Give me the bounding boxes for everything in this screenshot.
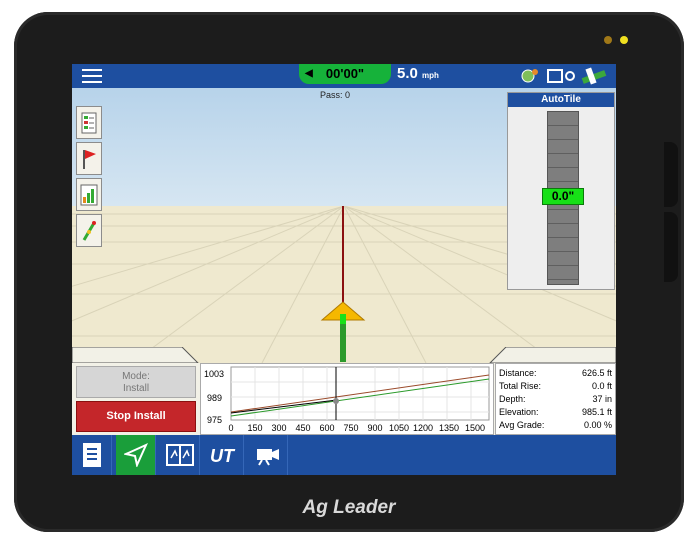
side-button-upper[interactable]	[664, 142, 678, 207]
mode-button[interactable]: Mode: Install	[76, 366, 196, 398]
timer-value: 00'00"	[325, 66, 365, 81]
brand-logo: Ag Leader	[302, 497, 396, 518]
x-tick: 1200	[413, 423, 433, 433]
document-icon[interactable]	[72, 435, 112, 475]
autotile-title: AutoTile	[508, 93, 614, 107]
chevron-left-icon: ◀	[305, 68, 313, 79]
timer-display[interactable]: ◀ 00'00"	[299, 64, 391, 84]
top-bar: ◀ 00'00" 5.0 mph	[72, 64, 616, 88]
gps-icon	[521, 69, 538, 83]
side-button-lower[interactable]	[664, 212, 678, 282]
stat-row-elevation: Elevation: 985.1 ft	[499, 406, 612, 419]
stat-value: 0.00 %	[583, 420, 612, 430]
guidance-line-icon[interactable]	[76, 214, 102, 247]
status-icons[interactable]	[518, 66, 614, 86]
menu-icon[interactable]	[82, 69, 102, 83]
stat-row-avg-grade: Avg Grade: 0.00 %	[499, 419, 612, 432]
speed-unit: mph	[422, 71, 439, 80]
pass-counter: Pass: 0	[320, 90, 351, 100]
stat-row-distance: Distance: 626.5 ft	[499, 367, 612, 380]
stat-row-total-rise: Total Rise: 0.0 ft	[499, 380, 612, 393]
stat-value: 985.1 ft	[581, 407, 612, 417]
flag-icon[interactable]	[76, 142, 102, 175]
screen: ◀ 00'00" 5.0 mph Pass: 0 AutoTile 0.0" M…	[72, 64, 616, 475]
implement-icon	[547, 69, 575, 83]
y-tick-989: 989	[207, 393, 222, 403]
stat-label: Avg Grade:	[499, 420, 545, 430]
x-tick: 900	[367, 423, 382, 433]
y-tick-975: 975	[207, 415, 222, 425]
stat-label: Distance:	[499, 368, 537, 378]
x-tick: 0	[228, 423, 233, 433]
speed-display: 5.0 mph	[397, 65, 439, 82]
x-tick: 1050	[389, 423, 409, 433]
status-led	[620, 36, 628, 44]
x-tick: 600	[319, 423, 334, 433]
svg-text:UT: UT	[210, 446, 236, 466]
bottom-nav: UT	[72, 435, 616, 475]
tile-depth-value: 0.0"	[542, 188, 584, 205]
stop-install-button[interactable]: Stop Install	[76, 401, 196, 432]
yield-chart-icon[interactable]	[76, 178, 102, 211]
stat-value: 0.0 ft	[591, 381, 612, 391]
x-tick: 1350	[439, 423, 459, 433]
x-tick: 450	[295, 423, 310, 433]
stat-label: Elevation:	[499, 407, 539, 417]
stats-panel: Distance: 626.5 ft Total Rise: 0.0 ft Dept…	[495, 363, 616, 435]
x-tick: 300	[271, 423, 286, 433]
power-led	[604, 36, 612, 44]
profile-chart: 1003 989 975 0 150 300 450 600 750 900 1…	[200, 363, 494, 435]
stat-row-depth: Depth: 37 in	[499, 393, 612, 406]
y-tick-1003: 1003	[204, 369, 224, 379]
stat-value: 626.5 ft	[581, 368, 612, 378]
ut-icon[interactable]: UT	[204, 435, 244, 475]
field-info-icon[interactable]	[76, 106, 102, 139]
mode-value: Install	[122, 383, 150, 394]
x-tick: 750	[343, 423, 358, 433]
split-view-icon[interactable]	[160, 435, 200, 475]
stat-label: Total Rise:	[499, 381, 542, 391]
stat-label: Depth:	[499, 394, 526, 404]
x-tick: 150	[247, 423, 262, 433]
mode-label: Mode:	[122, 371, 150, 382]
autotile-panel: AutoTile 0.0"	[507, 92, 615, 290]
satellite-signal-icon	[581, 67, 607, 85]
camera-icon[interactable]	[248, 435, 288, 475]
left-toolbar	[76, 106, 104, 250]
speed-value: 5.0	[397, 65, 418, 82]
x-tick: 1500	[465, 423, 485, 433]
guidance-icon[interactable]	[116, 435, 156, 475]
stat-value: 37 in	[592, 394, 612, 404]
